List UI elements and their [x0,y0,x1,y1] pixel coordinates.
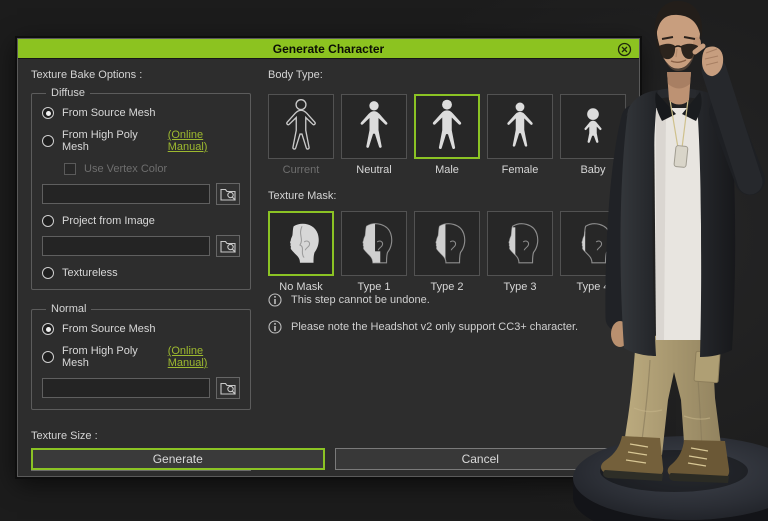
texture-mask-tiles: No Mask Type 1 [268,211,626,293]
radio-icon [42,215,54,227]
radio-textureless[interactable]: Textureless [42,267,240,279]
normal-legend: Normal [46,303,91,315]
body-silhouette-icon [356,99,392,154]
radio-checked-icon [42,107,54,119]
body-type-tiles: Current Neutral Male [268,94,626,176]
texture-mask-label: Texture Mask: [268,190,626,202]
online-manual-link[interactable]: (Online Manual) [168,129,240,153]
cancel-button[interactable]: Cancel [335,448,627,470]
radio-icon [42,267,54,279]
texture-mask-no-mask[interactable] [268,211,334,276]
body-type-baby[interactable] [560,94,626,159]
dialog-title: Generate Character [273,42,384,56]
radio-checked-icon [42,323,54,335]
info-icon [268,293,282,307]
diffuse-high-poly-path-input[interactable] [42,184,210,204]
body-type-label: Body Type: [268,69,626,81]
texture-bake-options-label: Texture Bake Options : [31,69,251,81]
normal-high-poly-path-input[interactable] [42,378,210,398]
browse-folder-button[interactable] [216,377,240,399]
project-image-path-row [42,235,240,257]
body-options-panel: Body Type: Current Neutral [251,60,626,442]
note-headshot-support: Please note the Headshot v2 only support… [268,320,626,334]
generate-character-dialog: Generate Character Texture Bake Options … [17,38,640,477]
body-outline-icon [282,98,320,155]
use-vertex-color-checkbox[interactable]: Use Vertex Color [64,163,240,175]
browse-folder-button[interactable] [216,183,240,205]
texture-mask-type-3[interactable] [487,211,553,276]
radio-label: From Source Mesh [62,107,156,119]
generate-button[interactable]: Generate [31,448,325,470]
radio-diffuse-from-high-poly-mesh[interactable]: From High Poly Mesh (Online Manual) [42,129,240,153]
radio-label: From High Poly Mesh [62,345,160,369]
body-silhouette-icon [428,98,466,155]
radio-normal-from-high-poly-mesh[interactable]: From High Poly Mesh (Online Manual) [42,345,240,369]
radio-normal-from-source-mesh[interactable]: From Source Mesh [42,323,240,335]
texture-bake-panel: Texture Bake Options : Diffuse From Sour… [31,60,251,442]
close-icon[interactable] [616,41,632,57]
head-mask-icon [496,220,544,268]
head-mask-icon [350,220,398,268]
info-icon [268,320,282,334]
radio-label: Project from Image [62,215,155,227]
checkbox-icon [64,163,76,175]
radio-label: From High Poly Mesh [62,129,160,153]
character-head [655,1,702,71]
texture-mask-type-4[interactable] [560,211,626,276]
radio-label: Textureless [62,267,118,279]
note-undo-warning: This step cannot be undone. [268,293,626,307]
baby-silhouette-icon [576,102,610,152]
checkbox-label: Use Vertex Color [84,163,167,175]
texture-mask-type-1[interactable] [341,211,407,276]
dialog-content: Texture Bake Options : Diffuse From Sour… [18,60,639,442]
radio-icon [42,351,54,363]
body-type-neutral[interactable] [341,94,407,159]
texture-mask-type-2[interactable] [414,211,480,276]
project-image-path-input[interactable] [42,236,210,256]
dialog-titlebar[interactable]: Generate Character [18,39,639,59]
diffuse-group: Diffuse From Source Mesh From High Poly … [31,87,251,290]
normal-path-row [42,377,240,399]
browse-folder-button[interactable] [216,235,240,257]
diffuse-legend: Diffuse [46,87,90,99]
body-type-current[interactable] [268,94,334,159]
head-mask-icon [569,220,617,268]
online-manual-link[interactable]: (Online Manual) [168,345,240,369]
body-silhouette-icon [503,99,537,154]
radio-project-from-image[interactable]: Project from Image [42,215,240,227]
high-poly-path-row [42,183,240,205]
radio-icon [42,135,54,147]
normal-group: Normal From Source Mesh From High Poly M… [31,303,251,410]
texture-size-label: Texture Size : [31,430,251,442]
radio-label: From Source Mesh [62,323,156,335]
head-mask-icon [423,220,471,268]
dialog-buttons: Generate Cancel [31,448,626,470]
head-mask-icon [277,220,325,268]
radio-diffuse-from-source-mesh[interactable]: From Source Mesh [42,107,240,119]
body-type-male[interactable] [414,94,480,159]
body-type-female[interactable] [487,94,553,159]
viewport-background: Generate Character Texture Bake Options … [0,0,768,521]
